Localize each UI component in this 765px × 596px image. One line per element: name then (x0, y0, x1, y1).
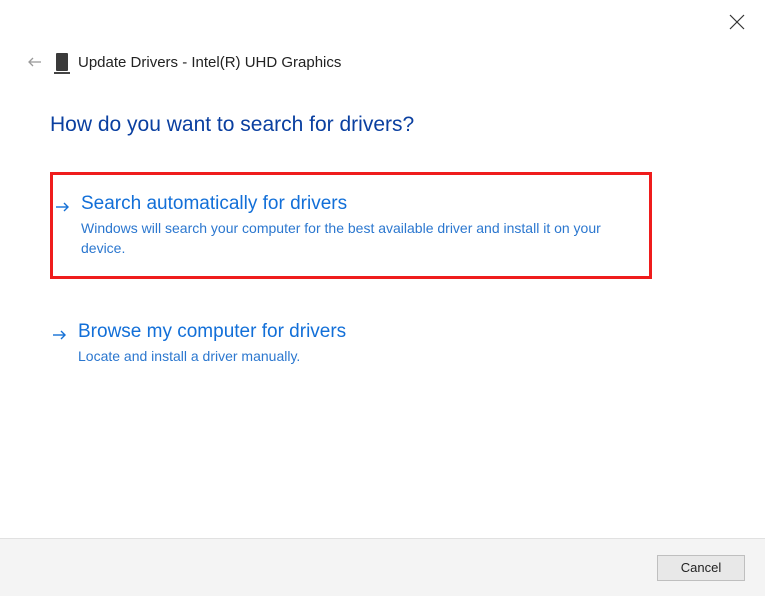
options-spacer (50, 279, 652, 303)
page-heading: How do you want to search for drivers? (50, 113, 414, 137)
back-button[interactable] (26, 53, 44, 71)
cancel-button[interactable]: Cancel (657, 555, 745, 581)
option-title: Search automatically for drivers (81, 193, 629, 215)
option-title: Browse my computer for drivers (78, 321, 632, 343)
back-arrow-icon (27, 54, 43, 70)
device-icon (56, 53, 68, 71)
arrow-right-icon (52, 327, 68, 343)
close-icon (729, 14, 745, 30)
option-browse-computer[interactable]: Browse my computer for drivers Locate an… (50, 303, 652, 385)
dialog-title: Update Drivers - Intel(R) UHD Graphics (78, 54, 341, 71)
update-drivers-dialog: Update Drivers - Intel(R) UHD Graphics H… (0, 0, 765, 596)
options-list: Search automatically for drivers Windows… (50, 172, 652, 385)
close-button[interactable] (729, 14, 745, 30)
dialog-footer: Cancel (0, 538, 765, 596)
option-subtitle: Locate and install a driver manually. (78, 347, 632, 367)
option-search-automatically[interactable]: Search automatically for drivers Windows… (50, 172, 652, 279)
arrow-right-icon (55, 199, 71, 215)
dialog-header: Update Drivers - Intel(R) UHD Graphics (26, 49, 745, 75)
option-subtitle: Windows will search your computer for th… (81, 219, 629, 258)
